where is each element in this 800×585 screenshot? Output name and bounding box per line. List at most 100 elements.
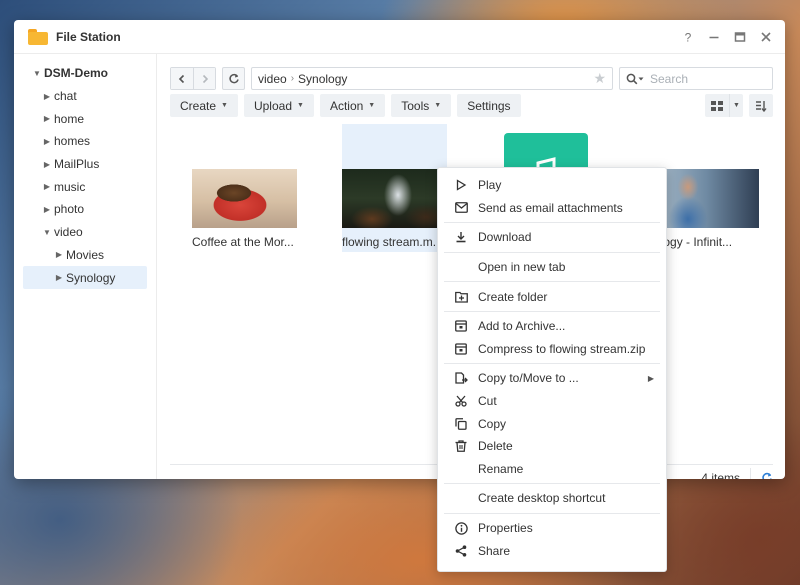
- trash-icon: [454, 439, 468, 453]
- caret-right-icon[interactable]: ▶: [52, 250, 66, 259]
- share-icon: [454, 544, 468, 558]
- grid-view-button[interactable]: [705, 94, 729, 117]
- menu-item-compress[interactable]: Compress to flowing stream.zip: [438, 338, 666, 361]
- chevron-right-icon: [202, 74, 208, 83]
- video-thumbnail: [192, 169, 297, 228]
- caret-right-icon[interactable]: ▶: [40, 182, 54, 191]
- menu-item-send-email[interactable]: Send as email attachments: [438, 197, 666, 220]
- caret-right-icon[interactable]: ▶: [40, 114, 54, 123]
- download-icon: [454, 230, 468, 244]
- tools-button[interactable]: Tools ▼: [391, 94, 452, 117]
- video-thumbnail: [342, 169, 447, 228]
- path-bar[interactable]: video › Synology ★: [251, 67, 613, 90]
- caret-right-icon[interactable]: ▶: [40, 205, 54, 214]
- divider: [750, 468, 751, 479]
- caret-down-icon[interactable]: ▼: [40, 228, 54, 237]
- menu-item-label: Create desktop shortcut: [478, 491, 606, 506]
- caret-right-icon[interactable]: ▶: [40, 92, 54, 101]
- sidebar-item-homes[interactable]: ▶ homes: [14, 130, 156, 153]
- menu-item-open-new-tab[interactable]: Open in new tab: [438, 256, 666, 279]
- menu-separator: [444, 512, 660, 514]
- view-mode-dropdown[interactable]: ▼: [729, 94, 743, 117]
- sidebar-item-home[interactable]: ▶ home: [14, 107, 156, 130]
- sidebar-item-label: Movies: [66, 247, 105, 262]
- svg-text:?: ?: [685, 31, 692, 43]
- menu-item-label: Properties: [478, 521, 533, 536]
- window-controls: ?: [679, 20, 775, 54]
- settings-label: Settings: [467, 98, 511, 113]
- menu-item-copy[interactable]: Copy: [438, 412, 666, 435]
- sidebar-item-photo[interactable]: ▶ photo: [14, 198, 156, 221]
- close-icon[interactable]: [757, 28, 775, 46]
- sidebar-item-movies[interactable]: ▶ Movies: [14, 244, 156, 267]
- play-icon: [454, 178, 468, 192]
- copy-move-icon: [454, 371, 468, 385]
- minimize-icon[interactable]: [705, 28, 723, 46]
- action-toolbar: Create ▼ Upload ▼ Action ▼ Tools ▼ Settings …: [170, 94, 773, 117]
- menu-item-label: Play: [478, 178, 502, 193]
- sidebar-item-synology[interactable]: ▶ Synology: [23, 266, 147, 289]
- menu-item-download[interactable]: Download: [438, 226, 666, 249]
- menu-item-label: Delete: [478, 439, 513, 454]
- history-nav: [170, 67, 216, 90]
- maximize-icon[interactable]: [731, 28, 749, 46]
- upload-button[interactable]: Upload ▼: [243, 94, 314, 117]
- search-input[interactable]: [650, 71, 750, 86]
- file-station-window: File Station ? ▼ DSM-Demo ▶ chat ▶ home …: [14, 20, 785, 479]
- sidebar-item-mailplus[interactable]: ▶ MailPlus: [14, 153, 156, 176]
- menu-item-play[interactable]: Play: [438, 174, 666, 197]
- file-tile[interactable]: Coffee at the Mor...: [192, 124, 297, 252]
- refresh-button[interactable]: [222, 67, 245, 90]
- path-segment[interactable]: video: [258, 72, 287, 86]
- menu-item-label: Open in new tab: [478, 260, 566, 275]
- tools-label: Tools: [401, 98, 430, 113]
- create-label: Create: [180, 98, 217, 113]
- dropdown-arrow-icon: ▼: [221, 102, 228, 109]
- sidebar-item-video[interactable]: ▼ video: [14, 221, 156, 244]
- menu-item-create-folder[interactable]: Create folder: [438, 285, 666, 308]
- favorite-star-icon[interactable]: ★: [593, 70, 606, 87]
- menu-item-rename[interactable]: Rename: [438, 458, 666, 481]
- caret-right-icon[interactable]: ▶: [52, 273, 66, 282]
- dropdown-arrow-icon: [638, 77, 644, 80]
- action-button[interactable]: Action ▼: [319, 94, 386, 117]
- caret-right-icon[interactable]: ▶: [40, 160, 54, 169]
- file-tile[interactable]: ology - Infinit...: [654, 124, 759, 252]
- folder-app-icon: [28, 28, 48, 45]
- menu-item-properties[interactable]: Properties: [438, 517, 666, 540]
- folder-plus-icon: [454, 290, 468, 304]
- path-separator-icon: ›: [290, 73, 295, 84]
- menu-item-label: Create folder: [478, 289, 548, 304]
- menu-item-create-desktop-shortcut[interactable]: Create desktop shortcut: [438, 487, 666, 510]
- path-segment[interactable]: Synology: [298, 72, 347, 86]
- help-icon[interactable]: ?: [679, 28, 697, 46]
- file-name: Coffee at the Mor...: [192, 235, 294, 249]
- tree-root-dsm-demo[interactable]: ▼ DSM-Demo: [14, 62, 156, 85]
- settings-button[interactable]: Settings: [457, 94, 521, 117]
- search-box[interactable]: [619, 67, 773, 90]
- forward-button[interactable]: [193, 68, 215, 89]
- sidebar-item-label: video: [54, 225, 83, 240]
- sidebar-item-chat[interactable]: ▶ chat: [14, 85, 156, 108]
- caret-down-icon[interactable]: ▼: [30, 69, 44, 78]
- upload-label: Upload: [253, 98, 292, 113]
- video-thumbnail: [654, 169, 759, 228]
- menu-item-label: Share: [478, 543, 511, 558]
- menu-item-label: Compress to flowing stream.zip: [478, 341, 646, 356]
- caret-right-icon[interactable]: ▶: [40, 137, 54, 146]
- menu-item-label: Send as email attachments: [478, 200, 623, 215]
- back-button[interactable]: [171, 68, 193, 89]
- sort-button[interactable]: [749, 94, 773, 117]
- menu-item-add-to-archive[interactable]: Add to Archive...: [438, 315, 666, 338]
- grid-view-icon: [711, 100, 723, 111]
- file-tile-selected[interactable]: flowing stream.m...: [342, 124, 447, 252]
- title-bar: File Station ?: [14, 20, 785, 54]
- refresh-icon: [228, 73, 239, 83]
- status-refresh-button[interactable]: [761, 472, 773, 479]
- menu-item-copy-move[interactable]: Copy to/Move to ... ▶: [438, 367, 666, 390]
- menu-item-share[interactable]: Share: [438, 539, 666, 562]
- create-button[interactable]: Create ▼: [170, 94, 238, 117]
- sidebar-item-music[interactable]: ▶ music: [14, 175, 156, 198]
- menu-item-delete[interactable]: Delete: [438, 435, 666, 458]
- menu-item-cut[interactable]: Cut: [438, 390, 666, 413]
